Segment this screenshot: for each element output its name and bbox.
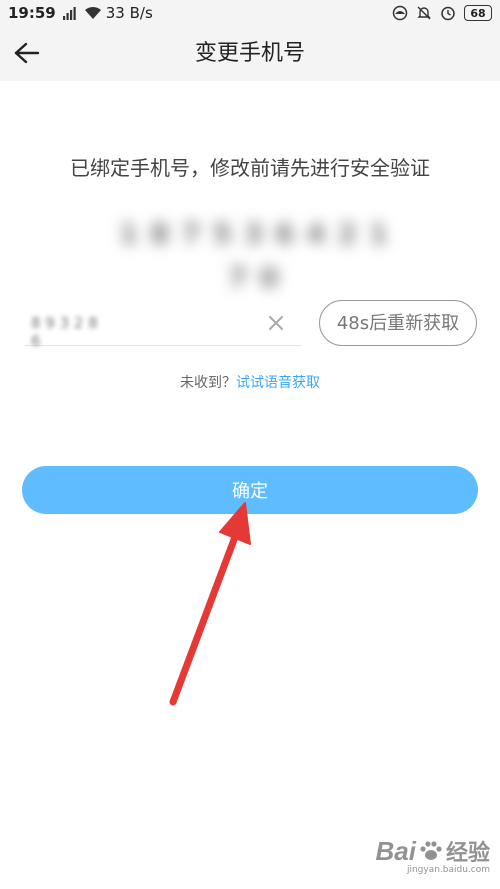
instruction-text: 已绑定手机号，修改前请先进行安全验证 <box>70 156 430 180</box>
app-header: 变更手机号 <box>0 26 500 81</box>
alarm-icon <box>440 5 456 21</box>
baidu-watermark: Bai 经验 jingyan.baidu.com <box>376 835 490 876</box>
watermark-brand: Bai <box>375 835 416 866</box>
cellular-signal-icon <box>62 5 78 21</box>
watermark-brand-suffix: 经验 <box>445 840 490 865</box>
wifi-icon <box>84 5 101 21</box>
confirm-button[interactable]: 确定 <box>22 466 478 514</box>
resend-code-button[interactable]: 48s后重新获取 <box>319 300 477 346</box>
status-time: 19:59 <box>8 4 56 22</box>
verification-code-value: 8 9 3 2 8 6 <box>31 314 98 350</box>
status-bar: 19:59 33 B/s 68 <box>0 0 500 26</box>
page-title: 变更手机号 <box>194 41 305 66</box>
battery-indicator: 68 <box>464 5 492 21</box>
close-icon <box>269 316 283 330</box>
verification-code-row: 8 9 3 2 8 6 48s后重新获取 <box>25 300 477 350</box>
voice-code-row: 未收到？试试语音获取 <box>0 372 500 392</box>
network-speed: 33 B/s <box>105 4 153 22</box>
mute-bell-icon <box>416 5 432 21</box>
status-left: 19:59 33 B/s <box>8 4 153 22</box>
status-right: 68 <box>392 5 492 21</box>
annotation-arrow <box>169 502 251 706</box>
eye-comfort-icon <box>392 5 408 21</box>
watermark-site: jingyan.baidu.com <box>406 865 490 875</box>
paw-icon <box>420 841 442 860</box>
voice-code-link[interactable]: 试试语音获取 <box>236 375 320 391</box>
bound-phone-number: 1 8 7 5 3 6 4 2 1 7 0 <box>118 217 390 294</box>
clear-input-button[interactable] <box>266 313 286 333</box>
watermark-logo: Bai 经验 <box>376 835 490 867</box>
voice-prompt-text: 未收到？ <box>180 375 236 391</box>
